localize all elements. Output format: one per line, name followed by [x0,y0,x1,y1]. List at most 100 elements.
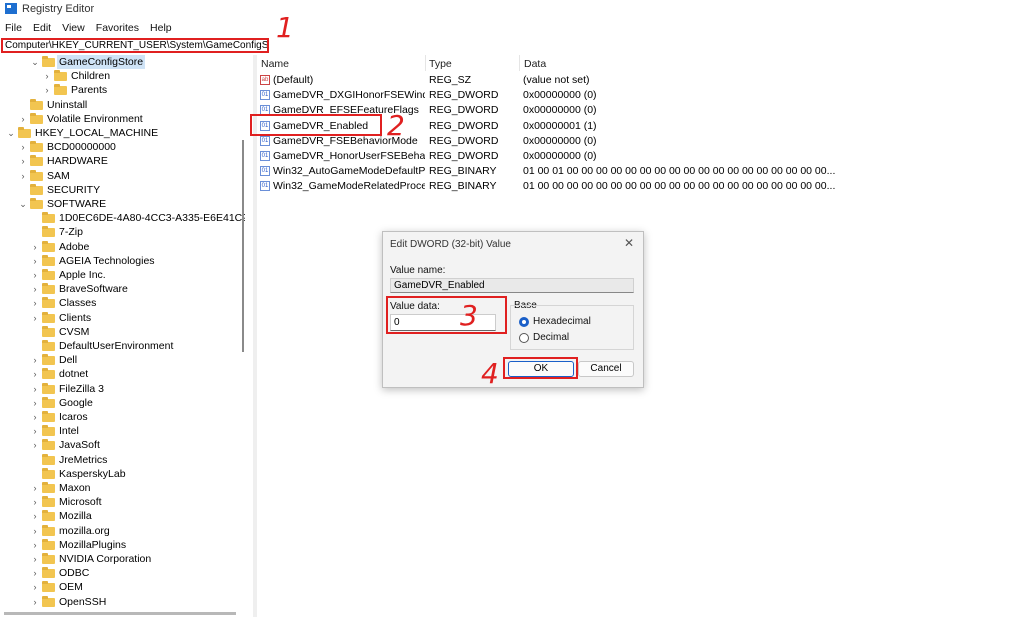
list-item[interactable]: ab (Default) REG_SZ (value not set) [258,73,1024,88]
tree-item-label: NVIDIA Corporation [59,553,152,565]
binary-value-icon: 01 [260,90,270,101]
folder-icon [42,567,55,579]
decimal-radio[interactable] [519,333,529,343]
tree-item-label: Maxon [59,482,91,494]
menu-view[interactable]: View [62,22,85,34]
tree-scrollbar[interactable] [242,140,244,352]
chevron-right-icon[interactable]: › [30,495,40,509]
hexadecimal-label[interactable]: Hexadecimal [533,316,591,327]
chevron-right-icon[interactable]: › [30,367,40,381]
chevron-right-icon[interactable]: › [30,509,40,523]
tree-item-label: Icaros [59,411,88,423]
folder-icon [42,340,55,351]
value-data: 0x00000000 (0) [523,150,597,162]
folder-icon [42,368,55,380]
tree-item-label: AGEIA Technologies [59,254,155,267]
chevron-right-icon[interactable]: › [30,552,40,566]
menu-bar: File Edit View Favorites Help [0,22,175,38]
chevron-right-icon[interactable]: › [18,169,28,183]
chevron-right-icon[interactable]: › [30,580,40,594]
menu-file[interactable]: File [5,22,22,34]
folder-icon [54,84,67,96]
list-item[interactable]: 01GameDVR_HonorUserFSEBehaviorMode REG_DW… [258,149,1024,164]
window-title: Registry Editor [22,3,95,15]
tree-item-label: Children [71,70,111,83]
tree-item-label: Parents [71,84,108,97]
chevron-right-icon[interactable]: › [30,268,40,282]
tree-item-label: HARDWARE [47,155,108,168]
folder-icon [42,510,55,522]
folder-icon [30,98,43,110]
folder-icon [30,169,43,181]
chevron-right-icon[interactable]: › [30,595,40,609]
value-type: REG_DWORD [429,89,499,102]
tree-item-label: SAM [47,169,70,182]
tree-item-label: FileZilla 3 [59,382,104,395]
tree-item-label: DefaultUserEnvironment [59,340,174,352]
folder-icon [42,382,55,394]
column-separator[interactable] [425,55,426,71]
value-name: GameDVR_HonorUserFSEBehaviorMode [273,150,425,162]
chevron-right-icon[interactable]: › [30,240,40,254]
folder-icon [42,453,55,465]
list-item[interactable]: 01Win32_GameModeRelatedProcesses REG_BINA… [258,179,1024,194]
value-data: 01 00 01 00 00 00 00 00 00 00 00 00 00 0… [523,165,836,178]
value-data: (value not set) [523,74,590,86]
column-header-data[interactable]: Data [524,58,546,70]
value-type: REG_DWORD [429,104,499,117]
folder-icon [42,254,55,266]
value-data: 0x00000000 (0) [523,89,597,102]
chevron-right-icon[interactable]: › [30,438,40,452]
menu-favorites[interactable]: Favorites [96,22,139,34]
chevron-right-icon[interactable]: › [30,424,40,438]
binary-value-icon: 01 [260,181,270,192]
cancel-button[interactable]: Cancel [578,361,634,377]
list-item[interactable]: 01 GameDVR_FSEBehaviorMode REG_DWORD 0x0000… [258,134,1024,149]
folder-icon [42,56,55,67]
chevron-down-icon[interactable]: ⌄ [18,197,28,211]
column-header-name[interactable]: Name [261,58,289,70]
chevron-right-icon[interactable]: › [30,254,40,268]
close-icon[interactable]: ✕ [624,236,634,250]
chevron-right-icon[interactable]: › [30,566,40,580]
menu-help[interactable]: Help [150,22,172,34]
chevron-right-icon[interactable]: › [42,83,52,97]
list-item[interactable]: 01GameDVR_DXGIHonorFSEWindowsCompatible R… [258,88,1024,103]
folder-icon [30,198,43,209]
folder-icon [42,354,55,366]
chevron-right-icon[interactable]: › [30,396,40,410]
chevron-right-icon[interactable]: › [30,311,40,325]
value-type: REG_SZ [429,74,472,86]
tree-item-label: Dell [59,354,78,367]
list-item[interactable]: 01Win32_AutoGameModeDefaultProfile REG_BI… [258,164,1024,179]
folder-icon [42,396,55,408]
menu-edit[interactable]: Edit [33,22,51,34]
chevron-right-icon[interactable]: › [18,112,28,126]
chevron-right-icon[interactable]: › [30,524,40,538]
pane-divider[interactable] [253,55,257,617]
address-bar[interactable]: Computer\HKEY_CURRENT_USER\System\GameCo… [1,38,269,53]
chevron-right-icon[interactable]: › [18,154,28,168]
chevron-right-icon[interactable]: › [30,296,40,310]
tree-item-label: HKEY_LOCAL_MACHINE [35,127,159,139]
chevron-right-icon[interactable]: › [18,140,28,154]
folder-icon [42,269,55,280]
chevron-right-icon[interactable]: › [30,353,40,367]
chevron-right-icon[interactable]: › [30,410,40,424]
tree-item-label: Apple Inc. [59,269,106,281]
chevron-right-icon[interactable]: › [30,481,40,495]
column-separator[interactable] [519,55,520,71]
folder-icon [42,439,55,451]
tree-horizontal-scrollbar[interactable] [4,612,236,615]
column-header-type[interactable]: Type [429,58,452,70]
chevron-right-icon[interactable]: › [30,282,40,296]
folder-icon [42,553,55,564]
chevron-right-icon[interactable]: › [30,382,40,396]
hexadecimal-radio[interactable] [519,317,529,327]
chevron-right-icon[interactable]: › [30,538,40,552]
decimal-label[interactable]: Decimal [533,332,569,343]
chevron-down-icon[interactable]: ⌄ [30,55,40,69]
tree-item-label: MozillaPlugins [59,538,127,551]
chevron-right-icon[interactable]: › [42,69,52,83]
chevron-down-icon[interactable]: ⌄ [6,126,16,140]
